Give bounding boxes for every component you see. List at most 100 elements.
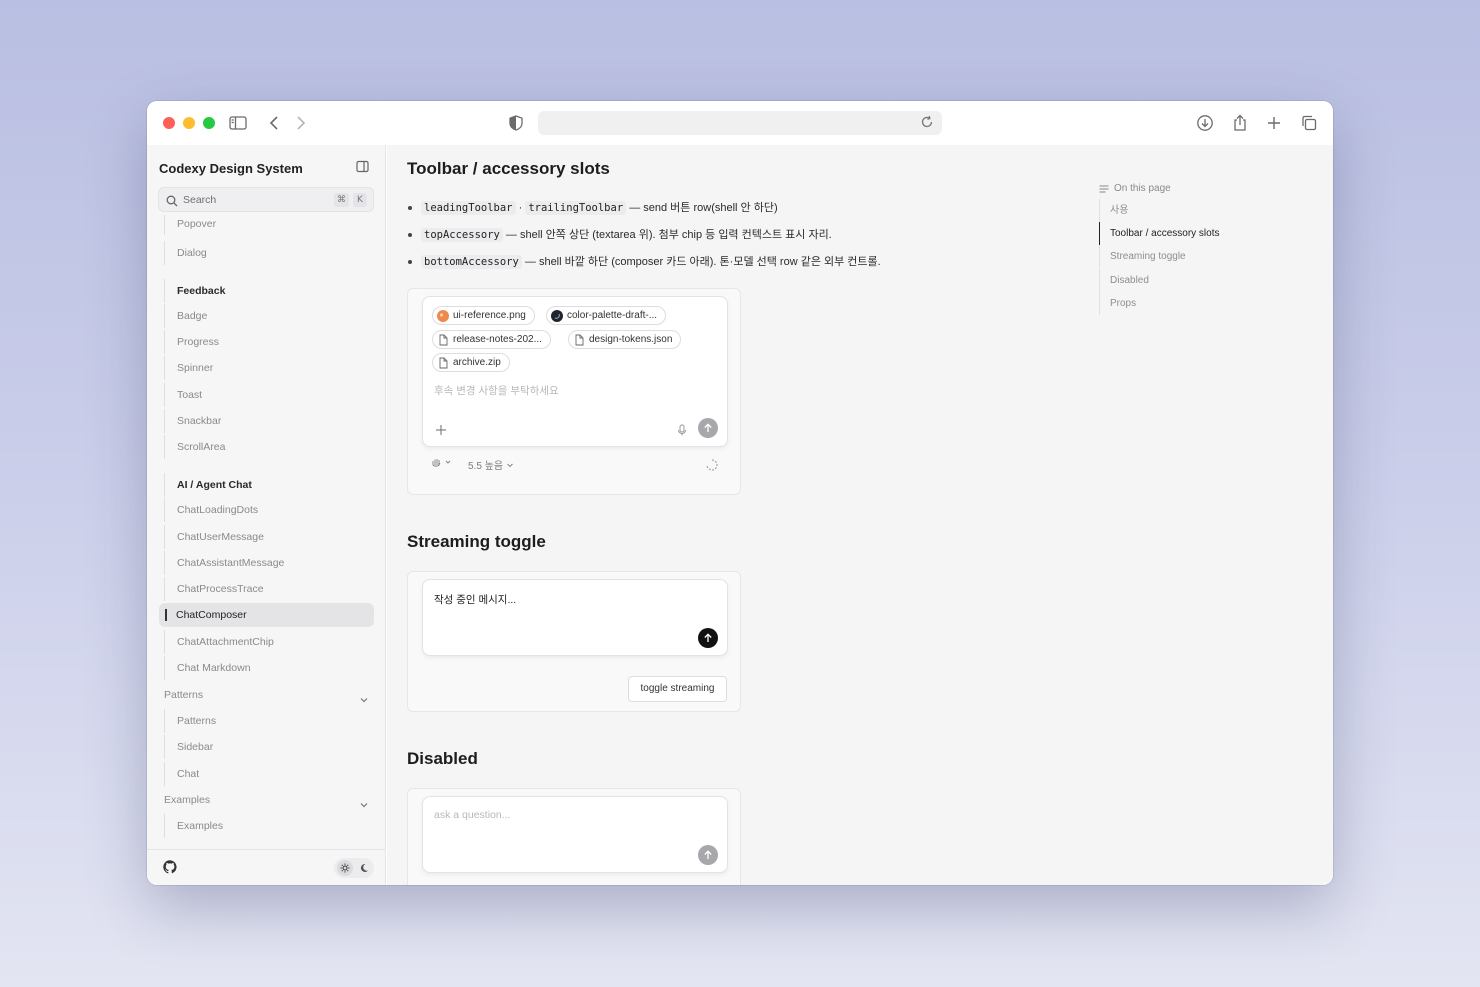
- back-icon[interactable]: [263, 112, 285, 134]
- sidebar-footer: [147, 849, 386, 885]
- shortcut-key: K: [353, 193, 367, 207]
- browser-window: Codexy Design System Search ⌘ K Popover …: [147, 101, 1333, 885]
- toc-item-props[interactable]: Props: [1099, 292, 1299, 315]
- new-tab-icon[interactable]: [1263, 112, 1285, 134]
- theme-switch[interactable]: [334, 858, 374, 878]
- toggle-streaming-button[interactable]: toggle streaming: [628, 676, 727, 702]
- sidebar-item-chatcomposer[interactable]: ChatComposer: [159, 603, 374, 627]
- sidebar-item-toast[interactable]: Toast: [164, 383, 363, 407]
- chip-label: archive.zip: [453, 357, 501, 368]
- main-content: Toolbar / accessory slots leadingToolbar…: [387, 145, 1333, 885]
- code-bottom-accessory: bottomAccessory: [421, 255, 522, 269]
- search-input[interactable]: Search ⌘ K: [158, 187, 374, 212]
- tone-selector[interactable]: [431, 457, 453, 470]
- sidebar-item-badge[interactable]: Badge: [164, 304, 363, 328]
- composer-textarea[interactable]: 작성 중인 메시지...: [434, 592, 516, 607]
- microphone-icon[interactable]: [677, 423, 687, 436]
- chat-composer: ui-reference.png color-palette-draft-...…: [422, 296, 728, 447]
- code-top-accessory: topAccessory: [421, 228, 503, 242]
- reload-icon[interactable]: [920, 115, 936, 131]
- address-bar[interactable]: [538, 111, 942, 135]
- separator: ·: [518, 202, 523, 214]
- model-selector[interactable]: 5.5 높음: [468, 457, 514, 472]
- demo-disabled: ask a question...: [407, 788, 741, 885]
- send-button: [698, 845, 718, 865]
- tab-overview-icon[interactable]: [1298, 112, 1320, 134]
- sidebar-item-progress[interactable]: Progress: [164, 330, 363, 354]
- section-title-disabled: Disabled: [407, 749, 478, 768]
- site-title[interactable]: Codexy Design System: [159, 161, 303, 176]
- privacy-shield-icon[interactable]: [505, 112, 527, 134]
- file-icon: [437, 357, 449, 369]
- moon-icon[interactable]: [356, 860, 372, 876]
- sidebar-group-examples[interactable]: Examples: [164, 788, 369, 812]
- toc-item-disabled[interactable]: Disabled: [1099, 269, 1299, 292]
- chip-label: release-notes-202...: [453, 334, 542, 345]
- code-leading-toolbar: leadingToolbar: [421, 201, 516, 215]
- attachment-chip[interactable]: archive.zip: [432, 353, 510, 372]
- sidebar-item-chatattachmentchip[interactable]: ChatAttachmentChip: [164, 630, 363, 654]
- list-item: topAccessory — shell 안쪽 상단 (textarea 위).…: [407, 227, 1047, 254]
- sidebar-item-chatprocesstrace[interactable]: ChatProcessTrace: [164, 577, 363, 601]
- sidebar-item-sidebar[interactable]: Sidebar: [164, 735, 363, 759]
- download-icon[interactable]: [1194, 112, 1216, 134]
- github-icon[interactable]: [163, 860, 177, 874]
- chevron-down-icon: [507, 463, 513, 468]
- sidebar-heading-feedback: Feedback: [164, 279, 363, 303]
- add-attachment-icon[interactable]: [435, 423, 447, 435]
- toc-item-toolbar-accessory-slots[interactable]: Toolbar / accessory slots: [1099, 222, 1299, 245]
- loading-spinner-icon: [706, 458, 718, 471]
- file-icon: [573, 334, 585, 346]
- slot-description-list: leadingToolbar · trailingToolbar — send …: [407, 200, 1047, 281]
- send-button[interactable]: [698, 418, 718, 438]
- share-icon[interactable]: [1229, 112, 1251, 134]
- search-icon: [166, 194, 178, 207]
- attachment-chip[interactable]: release-notes-202...: [432, 330, 551, 349]
- code-trailing-toolbar: trailingToolbar: [525, 201, 627, 215]
- section-title-streaming: Streaming toggle: [407, 532, 546, 551]
- sidebar-item-dialog[interactable]: Dialog: [164, 241, 363, 265]
- sidebar-item-chatassistantmessage[interactable]: ChatAssistantMessage: [164, 551, 363, 575]
- sidebar-item-spinner[interactable]: Spinner: [164, 356, 363, 380]
- demo-streaming-toggle: 작성 중인 메시지... toggle streaming: [407, 571, 741, 712]
- docs-sidebar: Codexy Design System Search ⌘ K Popover …: [147, 145, 386, 885]
- attachment-chip[interactable]: color-palette-draft-...: [546, 306, 667, 325]
- chevron-down-icon: [359, 690, 369, 703]
- sidebar-item-label: ChatComposer: [176, 609, 247, 621]
- image-thumbnail-icon: [437, 310, 449, 322]
- search-placeholder: Search: [183, 194, 217, 206]
- hand-icon: [432, 459, 451, 467]
- minimize-window-button[interactable]: [183, 117, 195, 129]
- collapse-sidebar-icon[interactable]: [356, 160, 370, 174]
- composer-textarea[interactable]: 후속 변경 사항을 부탁하세요: [434, 383, 559, 398]
- attachment-chip[interactable]: design-tokens.json: [568, 330, 682, 349]
- sidebar-toggle-icon[interactable]: [227, 112, 249, 134]
- sidebar-item-chatusermessage[interactable]: ChatUserMessage: [164, 525, 363, 549]
- file-icon: [437, 334, 449, 346]
- forward-icon[interactable]: [290, 112, 312, 134]
- list-item: leadingToolbar · trailingToolbar — send …: [407, 200, 1047, 227]
- sidebar-item-chatloadingdots[interactable]: ChatLoadingDots: [164, 498, 363, 522]
- demo-toolbar-accessory: ui-reference.png color-palette-draft-...…: [407, 288, 741, 495]
- sidebar-group-patterns[interactable]: Patterns: [164, 683, 369, 707]
- sidebar-item-popover[interactable]: Popover: [164, 215, 363, 235]
- sun-icon[interactable]: [337, 860, 353, 876]
- toc-item-usage[interactable]: 사용: [1099, 199, 1299, 222]
- image-thumbnail-icon: [551, 310, 563, 322]
- sidebar-item-snackbar[interactable]: Snackbar: [164, 409, 363, 433]
- attachment-chip[interactable]: ui-reference.png: [432, 306, 535, 325]
- sidebar-item-scrollarea[interactable]: ScrollArea: [164, 435, 363, 459]
- sidebar-item-examples[interactable]: Examples: [164, 814, 363, 838]
- toc-item-streaming-toggle[interactable]: Streaming toggle: [1099, 245, 1299, 268]
- table-of-contents: On this page 사용 Toolbar / accessory slot…: [1099, 182, 1299, 315]
- model-label: 5.5 높음: [468, 461, 504, 472]
- sidebar-item-chat-markdown[interactable]: Chat Markdown: [164, 656, 363, 680]
- group-label: Patterns: [164, 689, 204, 701]
- send-button[interactable]: [698, 628, 718, 648]
- sidebar-item-patterns[interactable]: Patterns: [164, 709, 363, 733]
- toc-heading: On this page: [1099, 182, 1299, 196]
- bullet-text: — send 버튼 row(shell 안 하단): [629, 202, 778, 214]
- close-window-button[interactable]: [163, 117, 175, 129]
- zoom-window-button[interactable]: [203, 117, 215, 129]
- sidebar-item-chat[interactable]: Chat: [164, 762, 363, 786]
